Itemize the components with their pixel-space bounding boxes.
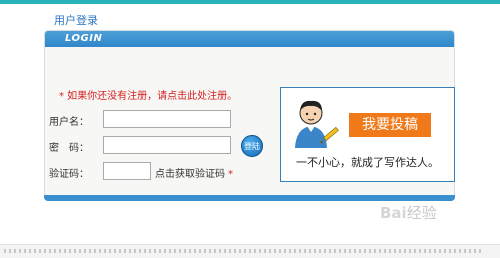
password-label: 密 码：	[49, 143, 89, 154]
submit-article-banner[interactable]: 我要投稿 一不小心，就成了写作达人。	[280, 87, 455, 182]
login-panel: LOGIN * 如果你还没有注册，请点击此处注册。 用户名： 密 码： 验证码：…	[44, 30, 455, 201]
required-star: *	[228, 169, 233, 180]
submit-article-badge[interactable]: 我要投稿	[349, 113, 431, 137]
panel-header-title: LOGIN	[65, 33, 103, 44]
login-button[interactable]: 登陆	[241, 135, 263, 157]
bottom-text-line	[4, 249, 484, 253]
captcha-label: 验证码：	[49, 169, 89, 180]
watermark-brand: Bai	[380, 204, 407, 222]
writer-avatar-icon	[295, 100, 339, 148]
watermark: Bai经验	[380, 202, 437, 223]
username-input[interactable]	[103, 110, 231, 128]
bottom-strip	[0, 244, 500, 258]
watermark-suffix: 经验	[406, 204, 437, 222]
captcha-input[interactable]	[103, 162, 151, 180]
promo-slogan: 一不小心，就成了写作达人。	[296, 156, 439, 169]
page-title: 用户登录	[54, 14, 98, 27]
top-accent-bar	[0, 0, 500, 4]
password-input[interactable]	[103, 136, 231, 154]
panel-footer	[44, 195, 455, 201]
captcha-link-text[interactable]: 点击获取验证码	[155, 169, 225, 180]
username-label: 用户名：	[49, 117, 89, 128]
panel-header: LOGIN	[45, 31, 454, 47]
captcha-refresh-link[interactable]: 点击获取验证码 *	[155, 165, 233, 180]
register-notice-link[interactable]: * 如果你还没有注册，请点击此处注册。	[59, 87, 237, 102]
